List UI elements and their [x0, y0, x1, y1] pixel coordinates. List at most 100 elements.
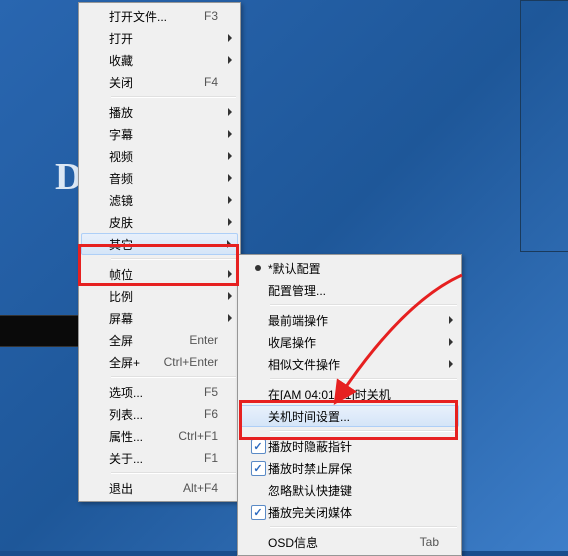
player-control-bar — [0, 315, 80, 347]
sub-menu-item-11[interactable]: ✓播放时禁止屏保 — [240, 457, 459, 479]
menu-item-label: 全屏+ — [109, 354, 152, 371]
menu-item-label: 播放时禁止屏保 — [268, 460, 439, 477]
sub-menu-item-0[interactable]: *默认配置 — [240, 257, 459, 279]
submenu-arrow-icon — [228, 56, 232, 64]
menu-item-label: 全屏 — [109, 332, 177, 349]
sub-menu-item-3[interactable]: 最前端操作 — [240, 309, 459, 331]
menu-item-label: 关闭 — [109, 74, 192, 91]
submenu-arrow-icon — [228, 270, 232, 278]
menu-item-label: 屏幕 — [109, 310, 218, 327]
main-menu-item-21[interactable]: 属性...Ctrl+F1 — [81, 425, 238, 447]
menu-item-shortcut: F4 — [192, 75, 218, 89]
sub-menu-item-5[interactable]: 相似文件操作 — [240, 353, 459, 375]
sub-menu-item-13[interactable]: ✓播放完关闭媒体 — [240, 501, 459, 523]
submenu-arrow-icon — [228, 196, 232, 204]
context-submenu-other[interactable]: *默认配置配置管理... 最前端操作收尾操作相似文件操作在[AM 04:01:01… — [237, 254, 462, 556]
menu-item-label: 滤镜 — [109, 192, 218, 209]
menu-separator — [111, 96, 236, 98]
menu-item-label: 打开 — [109, 30, 218, 47]
main-menu-item-20[interactable]: 列表...F6 — [81, 403, 238, 425]
menu-separator — [111, 258, 236, 260]
submenu-arrow-icon — [228, 292, 232, 300]
sub-menu-item-8[interactable]: 关机时间设置... — [240, 405, 459, 427]
menu-item-label: 在[AM 04:01:01]时关机 — [268, 386, 439, 403]
main-menu-item-19[interactable]: 选项...F5 — [81, 381, 238, 403]
menu-item-shortcut: Ctrl+F1 — [166, 429, 218, 443]
menu-item-label: 相似文件操作 — [268, 356, 439, 373]
menu-item-label: 视频 — [109, 148, 218, 165]
sub-menu-item-4[interactable]: 收尾操作 — [240, 331, 459, 353]
menu-item-label: 列表... — [109, 406, 192, 423]
menu-item-label: 最前端操作 — [268, 312, 439, 329]
sub-menu-item-10[interactable]: ✓播放时隐蔽指针 — [240, 435, 459, 457]
main-menu-item-0[interactable]: 打开文件...F3 — [81, 5, 238, 27]
submenu-arrow-icon — [228, 34, 232, 42]
menu-item-label: 帧位 — [109, 266, 218, 283]
menu-item-label: 播放完关闭媒体 — [268, 504, 439, 521]
menu-item-label: 选项... — [109, 384, 192, 401]
menu-separator — [270, 378, 457, 380]
main-menu-item-17[interactable]: 全屏+Ctrl+Enter — [81, 351, 238, 373]
menu-item-label: 播放 — [109, 104, 218, 121]
submenu-arrow-icon — [228, 174, 232, 182]
menu-item-label: 其它 — [109, 236, 218, 253]
menu-item-shortcut: Ctrl+Enter — [152, 355, 218, 369]
menu-item-label: 属性... — [109, 428, 166, 445]
main-menu-item-13[interactable]: 帧位 — [81, 263, 238, 285]
menu-item-shortcut: Tab — [408, 535, 439, 549]
menu-item-label: 收藏 — [109, 52, 218, 69]
menu-item-label: 关机时间设置... — [268, 408, 439, 425]
menu-item-shortcut: Enter — [177, 333, 218, 347]
menu-item-label: 播放时隐蔽指针 — [268, 438, 439, 455]
menu-item-shortcut: Alt+F4 — [171, 481, 218, 495]
main-menu-item-16[interactable]: 全屏Enter — [81, 329, 238, 351]
menu-item-label: 音频 — [109, 170, 218, 187]
submenu-arrow-icon — [228, 108, 232, 116]
submenu-arrow-icon — [228, 130, 232, 138]
menu-item-shortcut: F1 — [192, 451, 218, 465]
sub-menu-item-7[interactable]: 在[AM 04:01:01]时关机 — [240, 383, 459, 405]
check-icon: ✓ — [251, 505, 266, 520]
main-menu-item-6[interactable]: 字幕 — [81, 123, 238, 145]
main-menu-item-9[interactable]: 滤镜 — [81, 189, 238, 211]
main-menu-item-22[interactable]: 关于...F1 — [81, 447, 238, 469]
menu-separator — [270, 430, 457, 432]
menu-item-shortcut: F6 — [192, 407, 218, 421]
main-menu-item-3[interactable]: 关闭F4 — [81, 71, 238, 93]
sub-menu-item-12[interactable]: 忽略默认快捷键 — [240, 479, 459, 501]
main-menu-item-5[interactable]: 播放 — [81, 101, 238, 123]
menu-item-shortcut: F3 — [192, 9, 218, 23]
menu-item-label: 关于... — [109, 450, 192, 467]
player-window-edge — [520, 0, 568, 252]
menu-separator — [270, 526, 457, 528]
main-menu-item-7[interactable]: 视频 — [81, 145, 238, 167]
menu-item-label: 比例 — [109, 288, 218, 305]
menu-item-shortcut: F5 — [192, 385, 218, 399]
main-menu-item-1[interactable]: 打开 — [81, 27, 238, 49]
main-menu-item-10[interactable]: 皮肤 — [81, 211, 238, 233]
main-menu-item-15[interactable]: 屏幕 — [81, 307, 238, 329]
submenu-arrow-icon — [449, 338, 453, 346]
context-menu-main[interactable]: 打开文件...F3 打开收藏关闭F4 播放字幕视频音频滤镜皮肤其它帧位比例屏幕全屏E… — [78, 2, 241, 502]
menu-item-label: 收尾操作 — [268, 334, 439, 351]
menu-separator — [270, 304, 457, 306]
main-menu-item-14[interactable]: 比例 — [81, 285, 238, 307]
main-menu-item-2[interactable]: 收藏 — [81, 49, 238, 71]
check-icon: ✓ — [251, 461, 266, 476]
main-menu-item-8[interactable]: 音频 — [81, 167, 238, 189]
submenu-arrow-icon — [449, 360, 453, 368]
sub-menu-item-1[interactable]: 配置管理... — [240, 279, 459, 301]
menu-item-label: 忽略默认快捷键 — [268, 482, 439, 499]
sub-menu-item-15[interactable]: OSD信息Tab — [240, 531, 459, 553]
menu-item-label: *默认配置 — [268, 260, 439, 277]
main-menu-item-11[interactable]: 其它 — [81, 233, 238, 255]
submenu-arrow-icon — [449, 316, 453, 324]
menu-item-label: OSD信息 — [268, 534, 408, 551]
menu-separator — [111, 472, 236, 474]
menu-item-label: 皮肤 — [109, 214, 218, 231]
menu-item-label: 打开文件... — [109, 8, 192, 25]
menu-item-label: 退出 — [109, 480, 171, 497]
submenu-arrow-icon — [228, 152, 232, 160]
main-menu-item-24[interactable]: 退出Alt+F4 — [81, 477, 238, 499]
check-icon: ✓ — [251, 439, 266, 454]
